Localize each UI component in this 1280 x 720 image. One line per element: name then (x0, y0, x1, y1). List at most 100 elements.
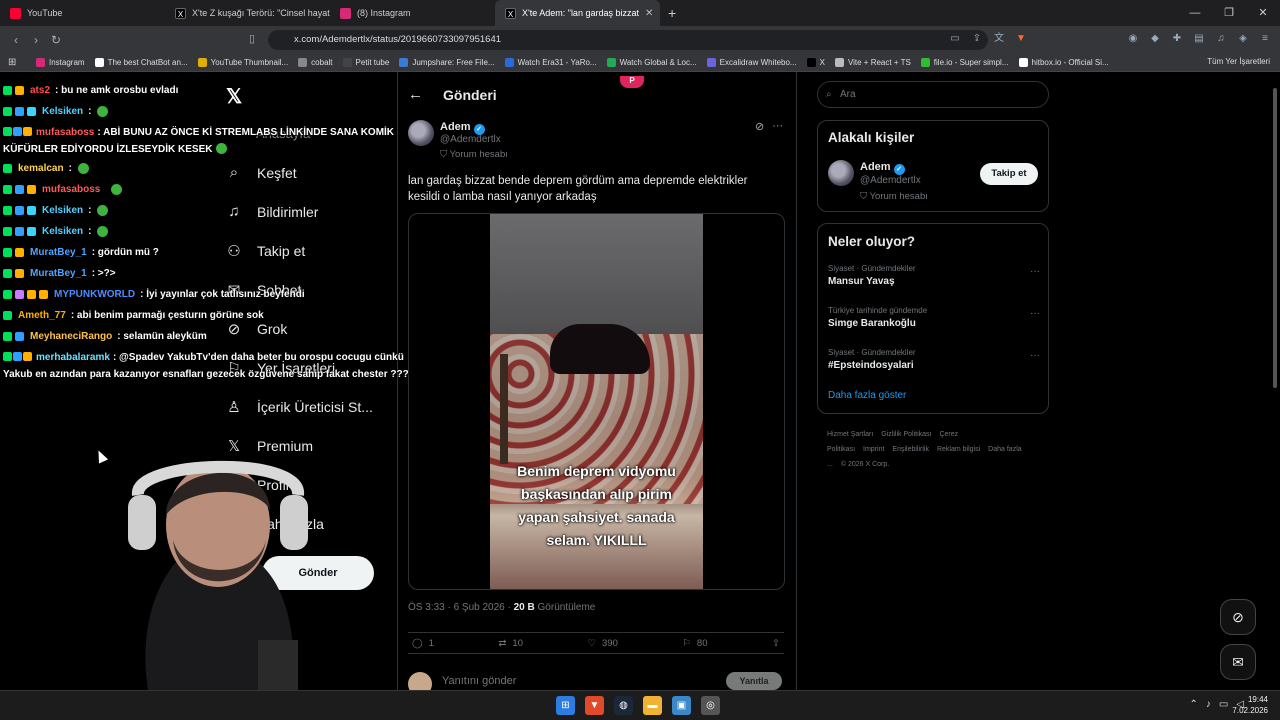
all-bookmarks-link[interactable]: Tüm Yer İşaretleri (1207, 57, 1270, 66)
chat-username[interactable]: mufasaboss (42, 179, 100, 200)
footer-link[interactable]: © 2026 X Corp. (841, 461, 889, 468)
follow-button[interactable]: Takip et (980, 163, 1038, 185)
sidebar-icon[interactable]: ▤ (1192, 32, 1206, 46)
tweet-media[interactable]: Benim deprem vidyomu başkasından alıp pi… (408, 213, 785, 590)
extension-icon[interactable]: ◆ (1148, 32, 1162, 46)
author-name[interactable]: Adem ✓ (440, 121, 485, 135)
chat-username[interactable]: Kelsiken (42, 101, 83, 122)
bookmark-item[interactable]: Vite + React + TS (834, 58, 911, 67)
share-icon[interactable]: ⇪ (970, 32, 984, 46)
apps-grid-icon[interactable]: ⊞ (8, 57, 16, 68)
scroll-thumb[interactable] (1273, 88, 1277, 388)
address-bar[interactable]: x.com/Ademdertlx/status/2019660733097951… (268, 30, 988, 50)
trend-more-icon[interactable]: ··· (1030, 266, 1040, 277)
bookmark-item[interactable]: Watch Global & Loc... (606, 58, 697, 67)
trend-more-icon[interactable]: ··· (1030, 308, 1040, 319)
microphone-icon[interactable]: ♪ (1206, 699, 1211, 710)
bookmark-item[interactable]: YouTube Thumbnail... (197, 58, 288, 67)
wallet-icon[interactable]: ◉ (1126, 32, 1140, 46)
like-action[interactable]: ♡ 390 (587, 638, 617, 649)
browser-tab[interactable]: (8) Instagram (330, 0, 495, 26)
bookmark-item[interactable]: Jumpshare: Free File... (399, 58, 495, 67)
footer-link[interactable]: Imprint (863, 446, 884, 453)
file-explorer-icon[interactable]: ▬ (643, 696, 662, 715)
post-time[interactable]: ÖS 3:33 · 6 Şub 2026 · (408, 602, 511, 613)
share-action[interactable]: ⇧ (772, 638, 780, 649)
new-tab-icon[interactable]: + (660, 5, 684, 21)
person-avatar[interactable] (828, 160, 854, 186)
bookmark-action[interactable]: ⚐ 80 (682, 638, 707, 649)
menu-icon[interactable]: ≡ (1258, 32, 1272, 46)
chat-username[interactable]: mufasaboss (36, 127, 94, 138)
chat-username[interactable]: kemalcan (18, 158, 64, 179)
nav-item-creator-studio[interactable]: ♙ İçerik Üreticisi St... (225, 387, 395, 426)
close-window-icon[interactable]: ✕ (1246, 0, 1280, 26)
grok-explain-icon[interactable]: ⊘ (755, 120, 764, 133)
bookmark-item[interactable]: cobalt (298, 58, 333, 67)
steam-icon[interactable]: ◍ (614, 696, 633, 715)
bookmark-item[interactable]: hitbox.io - Official Si... (1018, 58, 1109, 67)
restore-icon[interactable]: ❐ (1212, 0, 1246, 26)
bookmark-item[interactable]: Instagram (36, 58, 85, 67)
reload-icon[interactable]: ↻ (46, 33, 66, 47)
footer-link[interactable]: Reklam bilgisi (937, 446, 980, 453)
trend-item[interactable]: Siyaset · Gündemdekiler #Epsteindosyalari… (828, 348, 1040, 371)
browser-tab[interactable]: YouTube (0, 0, 165, 26)
messages-button[interactable]: ✉ (1220, 644, 1256, 680)
reply-input[interactable]: Yanıtını gönder (442, 675, 516, 687)
chat-username[interactable]: Kelsiken (42, 221, 83, 242)
chat-username[interactable]: MYPUNKWORLD (54, 284, 135, 305)
browser-tab[interactable]: X X'te Z kuşağı Terörü: "Cinsel hayatı c.… (165, 0, 330, 26)
trend-item[interactable]: Siyaset · Gündemdekiler Mansur Yavaş ··· (828, 264, 1040, 287)
media-icon[interactable]: ♫ (1214, 32, 1228, 46)
search-input[interactable]: ⌕ Ara (817, 81, 1049, 108)
show-more-link[interactable]: Daha fazla göster (828, 390, 906, 401)
bookmark-item[interactable]: Watch Era31 - YaRo... (504, 58, 597, 67)
back-icon[interactable]: ‹ (6, 33, 26, 47)
minimize-icon[interactable]: — (1178, 0, 1212, 26)
footer-link[interactable]: Hizmet Şartları (827, 431, 873, 438)
bookmark-item[interactable]: file.io - Super simpl... (920, 58, 1009, 67)
puzzle-icon[interactable]: ✚ (1170, 32, 1184, 46)
taskbar-clock[interactable]: 19:44 7.02.2026 (1232, 694, 1268, 716)
chat-username[interactable]: MuratBey_1 (30, 242, 87, 263)
repost-action[interactable]: ⇄ 10 (498, 638, 523, 649)
reply-button[interactable]: Yanıtla (726, 672, 782, 690)
trend-item[interactable]: Türkiye tarihinde gündemde Simge Barankoğ… (828, 306, 1040, 329)
grok-button[interactable]: ⊘ (1220, 599, 1256, 635)
footer-link[interactable]: Erişilebilirlik (892, 446, 929, 453)
browser-tab[interactable]: X X'te Adem: "lan gardaş bizzat ✕ (495, 0, 660, 26)
page-scrollbar[interactable] (1272, 80, 1278, 690)
obs-icon[interactable]: ◎ (701, 696, 720, 715)
footer-link[interactable]: Gizlilik Politikası (881, 431, 931, 438)
more-options-icon[interactable]: ··· (772, 120, 783, 133)
bookmark-item[interactable]: X (806, 58, 825, 67)
chat-username[interactable]: Kelsiken (42, 200, 83, 221)
bookmark-item[interactable]: Petit tube (342, 58, 389, 67)
brave-browser-icon[interactable]: ▼ (585, 696, 604, 715)
photos-icon[interactable]: ▣ (672, 696, 691, 715)
video-player[interactable]: Benim deprem vidyomu başkasından alıp pi… (490, 214, 703, 589)
translate-icon[interactable]: 文 (992, 32, 1006, 46)
person-name[interactable]: Adem ✓ (860, 161, 905, 175)
vpn-icon[interactable]: ◈ (1236, 32, 1250, 46)
cast-icon[interactable]: ▭ (948, 32, 962, 46)
author-handle[interactable]: @Ademdertlx (440, 134, 501, 145)
brave-shield-icon[interactable]: ▼ (1014, 32, 1028, 46)
bookmark-item[interactable]: The best ChatBot an... (94, 58, 188, 67)
reply-action[interactable]: ◯ 1 (412, 638, 434, 649)
bookmark-item[interactable]: Excalidraw Whitebo... (706, 58, 797, 67)
close-tab-icon[interactable]: ✕ (645, 8, 653, 19)
bookmark-page-icon[interactable]: ▯ (249, 32, 255, 45)
tray-overflow-icon[interactable]: ⌃ (1189, 699, 1197, 710)
chat-username[interactable]: merhabalaramk (36, 352, 110, 363)
network-icon[interactable]: ▭ (1219, 699, 1228, 710)
chat-username[interactable]: ats2 (30, 80, 50, 101)
windows-start-icon[interactable]: ⊞ (556, 696, 575, 715)
forward-icon[interactable]: › (26, 33, 46, 47)
person-handle[interactable]: @Ademdertlx (860, 175, 921, 186)
chat-username[interactable]: Ameth_77 (18, 305, 66, 326)
trend-more-icon[interactable]: ··· (1030, 350, 1040, 361)
chat-username[interactable]: MeyhaneciRango (30, 326, 112, 347)
chat-username[interactable]: MuratBey_1 (30, 263, 87, 284)
